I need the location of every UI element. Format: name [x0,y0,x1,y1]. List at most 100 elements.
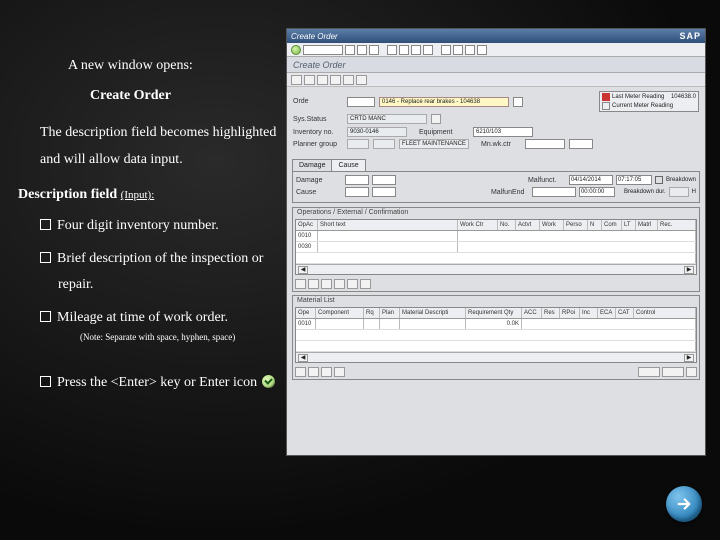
mat-button[interactable] [638,367,660,377]
sysstatus-value: CRTD MANC [350,116,386,122]
tab-body: Damage Malfunct. 04/14/2014 07:17:05 Bre… [292,171,700,203]
table-row[interactable]: 0010 0.0K [296,319,696,330]
toolbar-icon[interactable] [387,45,397,55]
op-cell[interactable]: 0030 [296,242,318,252]
malf-date-field[interactable]: 04/14/2014 [569,175,613,185]
breakdown-checkbox[interactable] [655,176,663,184]
app-button[interactable] [317,75,328,85]
op-cell[interactable] [458,242,696,252]
planner-name-field: FLEET MAINTENANCE [399,139,469,149]
op-cell[interactable]: 0010 [296,231,318,241]
tab-damage[interactable]: Damage [292,159,332,171]
table-row[interactable] [296,253,696,264]
arrow-right-icon [675,495,693,513]
lookup-button[interactable] [513,97,523,107]
table-row[interactable] [296,341,696,352]
mat-cell[interactable]: 0010 [296,319,316,329]
scroll-right-button[interactable]: ▶ [684,266,694,274]
app-button[interactable] [304,75,315,85]
description-field-label: Description field (Input): [18,187,278,203]
toolbar-icon[interactable] [411,45,421,55]
order-label: Orde [293,98,343,105]
table-row[interactable]: 0010 [296,231,696,242]
sap-subtitle: Create Order [287,57,705,73]
df-text: Description field [18,187,117,202]
op-cell[interactable] [318,242,458,252]
toolbar-icon[interactable] [369,45,379,55]
cause-code2-field[interactable] [372,187,396,197]
mat-cell[interactable] [380,319,400,329]
order-type-field[interactable] [347,97,375,107]
mat-button[interactable] [686,367,697,377]
mat-button[interactable] [308,367,319,377]
description-field[interactable]: 0146 - Replace rear brakes - 104638 [379,97,509,107]
table-row[interactable]: 0030 [296,242,696,253]
last-meter-label: Last Meter Reading [612,94,664,100]
scroll-left-button[interactable]: ◀ [298,354,308,362]
app-button[interactable] [343,75,354,85]
mat-button[interactable] [321,367,332,377]
mat-cell[interactable] [364,319,380,329]
app-button[interactable] [291,75,302,85]
col-actvt: Actvt [516,220,540,230]
scroll-left-button[interactable]: ◀ [298,266,308,274]
toolbar-icon[interactable] [399,45,409,55]
mat-cell[interactable] [522,319,696,329]
ops-button[interactable] [334,279,345,289]
wkctr-field[interactable] [525,139,565,149]
mat-button[interactable] [334,367,345,377]
cause-code-field[interactable] [345,187,369,197]
ops-button[interactable] [347,279,358,289]
operations-title: Operations / External / Confirmation [293,208,699,217]
col-perso: Perso [564,220,588,230]
col-rec: Rec. [658,220,696,230]
mat-button[interactable] [662,367,684,377]
tab-cause[interactable]: Cause [331,159,365,171]
app-button[interactable] [356,75,367,85]
toolbar-icon[interactable] [423,45,433,55]
ops-button[interactable] [295,279,306,289]
meter-box: Last Meter Reading 104638.0 Current Mete… [599,91,699,112]
toolbar-icon[interactable] [453,45,463,55]
scroll-right-button[interactable]: ▶ [684,354,694,362]
mat-cell[interactable] [296,341,696,351]
operations-panel: Operations / External / Confirmation OpA… [292,207,700,292]
toolbar-icon[interactable] [357,45,367,55]
toolbar-icon[interactable] [441,45,451,55]
ops-header-row: OpAc Short text Work Ctr No. Actvt Work … [296,220,696,231]
app-button[interactable] [330,75,341,85]
col-no: No. [498,220,516,230]
next-slide-button[interactable] [666,486,702,522]
toolbar-icon[interactable] [477,45,487,55]
ops-button[interactable] [308,279,319,289]
accept-icon[interactable] [291,45,301,55]
op-cell[interactable] [296,253,696,263]
ops-button[interactable] [321,279,332,289]
malf-time-field[interactable]: 07:17:05 [616,175,652,185]
ops-scrollbar: ◀ ▶ [296,264,696,274]
mat-cell[interactable] [296,330,696,340]
equipment-field[interactable]: 6210/103 [473,127,533,137]
mat-button[interactable] [295,367,306,377]
mat-cell[interactable] [316,319,364,329]
damage-code-field[interactable] [345,175,369,185]
mcol-ope: Ope [296,308,316,318]
sysstatus-label: Sys.Status [293,116,343,123]
ops-button[interactable] [360,279,371,289]
table-row[interactable] [296,330,696,341]
checklist: Four digit inventory number. Brief descr… [40,213,278,395]
op-cell[interactable] [318,231,458,241]
toolbar-icon[interactable] [345,45,355,55]
command-field[interactable] [303,45,343,55]
status-detail-button[interactable] [431,114,441,124]
toolbar-icon[interactable] [465,45,475,55]
damage-code2-field[interactable] [372,175,396,185]
malfend-time-field[interactable]: 00:00:00 [579,187,615,197]
mat-cell[interactable] [400,319,466,329]
op-cell[interactable] [458,231,696,241]
mat-qty-cell[interactable]: 0.0K [466,319,522,329]
malfend-date-field[interactable] [532,187,576,197]
col-workctr: Work Ctr [458,220,498,230]
mcol-plan: Plan [380,308,400,318]
wkctr-field2[interactable] [569,139,593,149]
